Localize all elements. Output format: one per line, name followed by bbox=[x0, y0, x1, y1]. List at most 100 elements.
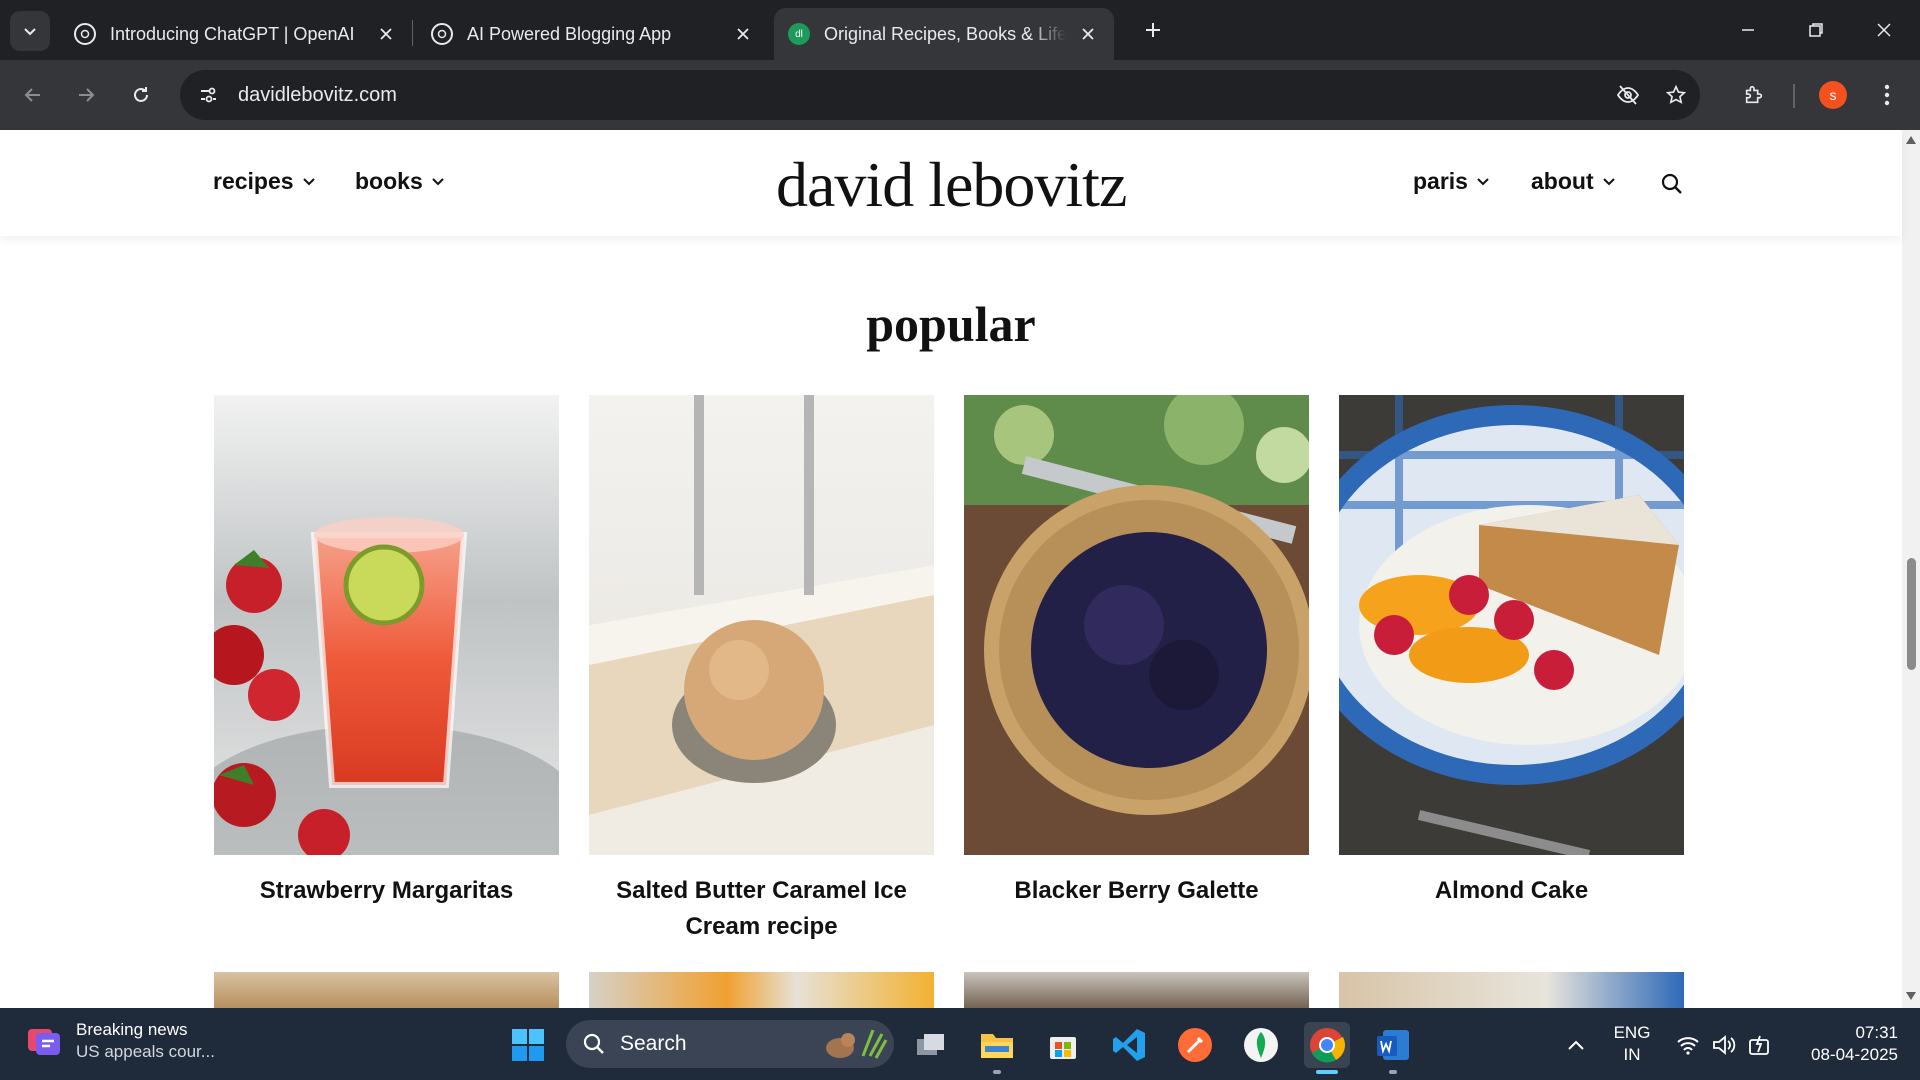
active-indicator bbox=[1316, 1070, 1338, 1074]
back-button[interactable] bbox=[14, 76, 52, 114]
browser-toolbar: davidlebovitz.com s bbox=[0, 60, 1920, 130]
nav-about[interactable]: about bbox=[1531, 168, 1616, 195]
file-explorer-button[interactable] bbox=[974, 1022, 1020, 1074]
postman-button[interactable] bbox=[1172, 1022, 1218, 1068]
recipe-title[interactable]: Almond Cake bbox=[1339, 873, 1684, 909]
recipe-title[interactable]: Salted Butter Caramel Ice Cream recipe bbox=[589, 873, 934, 945]
vscode-icon bbox=[1113, 1029, 1145, 1061]
windows-taskbar: Breaking news US appeals cour... Search bbox=[0, 1008, 1920, 1080]
search-icon bbox=[1661, 173, 1682, 194]
word-button[interactable] bbox=[1370, 1022, 1416, 1074]
profile-button[interactable]: s bbox=[1814, 76, 1852, 114]
puzzle-icon bbox=[1745, 85, 1763, 104]
chevron-down-icon bbox=[431, 177, 445, 187]
recipe-card[interactable]: Blacker Berry Galette bbox=[964, 395, 1309, 909]
reload-icon bbox=[134, 87, 148, 102]
volume-icon[interactable] bbox=[1711, 1032, 1737, 1058]
tab-search-button[interactable] bbox=[10, 11, 50, 51]
eye-off-icon[interactable] bbox=[1610, 77, 1646, 113]
site-search-button[interactable] bbox=[1656, 168, 1688, 200]
wifi-icon[interactable] bbox=[1675, 1032, 1701, 1058]
close-tab-icon[interactable] bbox=[374, 22, 398, 46]
microsoft-store-icon bbox=[1050, 1037, 1076, 1059]
site-logo[interactable]: david lebovitz bbox=[776, 148, 1127, 222]
recipe-image-ice-cream[interactable] bbox=[589, 395, 934, 855]
chrome-button[interactable] bbox=[1304, 1022, 1350, 1074]
word-icon bbox=[1377, 1030, 1409, 1060]
close-window-button[interactable] bbox=[1856, 8, 1912, 52]
close-tab-icon[interactable] bbox=[731, 22, 755, 46]
openai-icon bbox=[431, 23, 453, 45]
extensions-button[interactable] bbox=[1735, 76, 1773, 114]
recipe-image-partial[interactable] bbox=[964, 972, 1309, 1008]
close-tab-icon[interactable] bbox=[1076, 22, 1100, 46]
recipe-card[interactable]: Strawberry Margaritas bbox=[214, 395, 559, 909]
nav-paris[interactable]: paris bbox=[1413, 168, 1490, 195]
tab-title: Introducing ChatGPT | OpenAI bbox=[110, 23, 355, 44]
arrow-right-icon bbox=[79, 88, 95, 102]
recipe-image-almond-cake[interactable] bbox=[1339, 395, 1684, 855]
task-view-button[interactable] bbox=[908, 1022, 954, 1068]
new-tab-button[interactable] bbox=[1137, 14, 1169, 46]
nav-books[interactable]: books bbox=[355, 168, 445, 195]
news-widget[interactable]: Breaking news US appeals cour... bbox=[26, 1020, 215, 1062]
minimize-button[interactable] bbox=[1720, 8, 1776, 52]
url-text: davidlebovitz.com bbox=[238, 83, 397, 106]
vscode-button[interactable] bbox=[1106, 1022, 1152, 1068]
site-header: recipes books david lebovitz paris about bbox=[0, 130, 1902, 236]
restore-button[interactable] bbox=[1788, 8, 1844, 52]
scrollbar-thumb[interactable] bbox=[1907, 558, 1916, 670]
page-scrollbar[interactable] bbox=[1902, 130, 1920, 1008]
taskbar-search[interactable]: Search bbox=[566, 1020, 894, 1068]
recipe-image-partial[interactable] bbox=[589, 972, 934, 1008]
openai-icon bbox=[74, 23, 96, 45]
chevron-down-icon bbox=[1476, 177, 1490, 187]
news-icon bbox=[28, 1029, 60, 1055]
site-info-icon[interactable] bbox=[190, 77, 226, 113]
battery-charging-icon[interactable] bbox=[1747, 1032, 1773, 1058]
store-button[interactable] bbox=[1040, 1022, 1086, 1068]
section-title: popular bbox=[866, 296, 1036, 352]
tab-blogging-app[interactable]: AI Powered Blogging App bbox=[417, 8, 769, 60]
page-viewport: recipes books david lebovitz paris about… bbox=[0, 130, 1920, 1008]
recipe-title[interactable]: Strawberry Margaritas bbox=[214, 873, 559, 909]
clock-time: 07:31 bbox=[1855, 1023, 1898, 1042]
recipe-card[interactable]: Salted Butter Caramel Ice Cream recipe bbox=[589, 395, 934, 945]
show-hidden-icons-button[interactable] bbox=[1563, 1032, 1589, 1058]
news-subtitle: US appeals cour... bbox=[76, 1042, 215, 1061]
bookmark-star-icon[interactable] bbox=[1658, 77, 1694, 113]
reload-button[interactable] bbox=[122, 76, 160, 114]
menu-button[interactable] bbox=[1868, 76, 1906, 114]
forward-button[interactable] bbox=[67, 76, 105, 114]
language-indicator[interactable]: ENG IN bbox=[1604, 1022, 1660, 1066]
running-indicator bbox=[1389, 1070, 1397, 1074]
recipe-title[interactable]: Blacker Berry Galette bbox=[964, 873, 1309, 909]
recipe-card[interactable]: Almond Cake bbox=[1339, 395, 1684, 909]
region-code: IN bbox=[1623, 1045, 1641, 1064]
chrome-icon bbox=[1310, 1028, 1345, 1063]
tab-davidlebovitz[interactable]: dl Original Recipes, Books & Life in Par… bbox=[774, 8, 1114, 60]
plus-icon bbox=[1146, 23, 1160, 37]
nav-label: paris bbox=[1413, 168, 1468, 194]
more-vertical-icon bbox=[1884, 84, 1890, 106]
tab-title: Original Recipes, Books & Life in Paris bbox=[824, 23, 1066, 44]
news-title: Breaking news bbox=[76, 1020, 188, 1039]
minimize-icon bbox=[1742, 29, 1754, 31]
scroll-up-arrow-icon[interactable] bbox=[1906, 136, 1916, 144]
recipe-image-partial[interactable] bbox=[214, 972, 559, 1008]
nav-label: recipes bbox=[213, 168, 294, 194]
site-favicon-icon: dl bbox=[788, 23, 810, 45]
clock[interactable]: 07:31 08-04-2025 bbox=[1788, 1022, 1898, 1066]
recipe-image-partial[interactable] bbox=[1339, 972, 1684, 1008]
start-button[interactable] bbox=[505, 1022, 551, 1068]
nav-recipes[interactable]: recipes bbox=[213, 168, 316, 195]
avatar: s bbox=[1819, 81, 1847, 109]
nav-label: books bbox=[355, 168, 423, 194]
chevron-down-icon bbox=[24, 28, 36, 36]
address-bar[interactable]: davidlebovitz.com bbox=[180, 70, 1700, 120]
mongodb-compass-button[interactable] bbox=[1238, 1022, 1284, 1068]
scroll-down-arrow-icon[interactable] bbox=[1906, 992, 1916, 1000]
tab-chatgpt[interactable]: Introducing ChatGPT | OpenAI bbox=[60, 8, 412, 60]
recipe-image-galette[interactable] bbox=[964, 395, 1309, 855]
recipe-image-margarita[interactable] bbox=[214, 395, 559, 855]
